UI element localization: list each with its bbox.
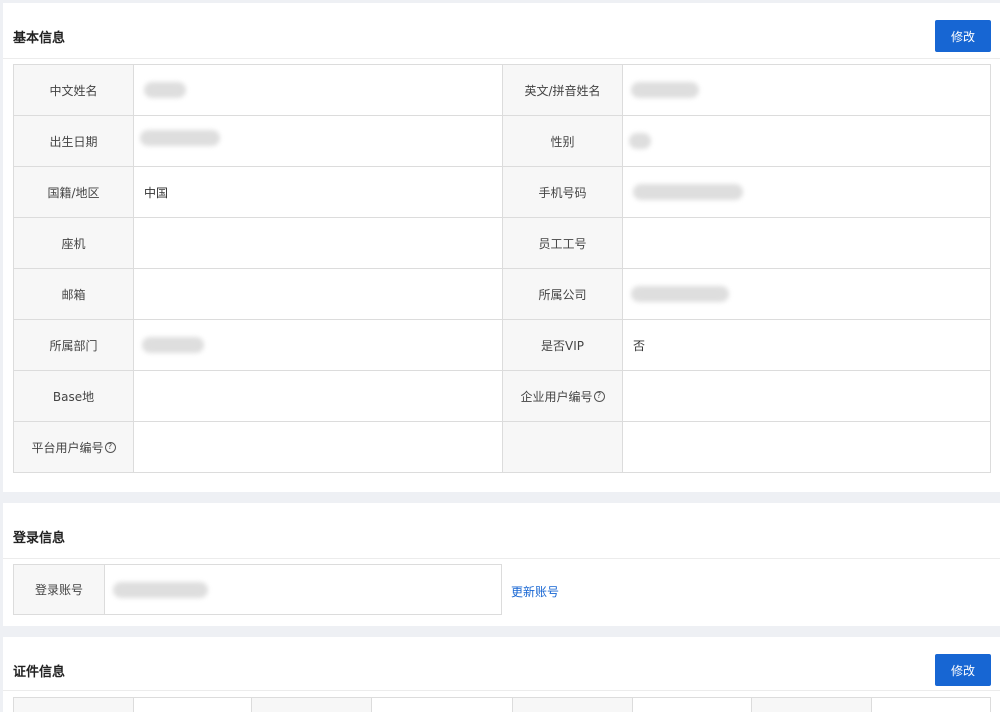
label-empty xyxy=(503,422,623,473)
label-gender: 性别 xyxy=(503,116,623,167)
value-platform-user-id xyxy=(134,422,503,473)
label-text: 企业用户编号 xyxy=(520,389,593,404)
value-nationality: 中国 xyxy=(134,167,503,218)
redacted-value xyxy=(144,82,186,98)
value-mobile xyxy=(623,167,991,218)
cert-col xyxy=(633,698,753,712)
label-landline: 座机 xyxy=(14,218,134,269)
login-info-title: 登录信息 xyxy=(13,531,66,546)
label-vip: 是否VIP xyxy=(503,320,623,371)
value-vip: 否 xyxy=(623,320,991,371)
label-employee-id: 员工工号 xyxy=(503,218,623,269)
certificate-info-title: 证件信息 xyxy=(13,665,66,680)
value-login-account xyxy=(105,565,501,614)
label-nationality: 国籍/地区 xyxy=(14,167,134,218)
cert-col xyxy=(872,698,991,712)
label-english-name: 英文/拼音姓名 xyxy=(503,65,623,116)
login-account-row: 登录账号 xyxy=(13,564,502,615)
help-icon[interactable]: ? xyxy=(593,390,605,402)
basic-info-header: 基本信息 修改 xyxy=(3,3,1000,59)
basic-info-title: 基本信息 xyxy=(13,31,66,46)
redacted-value xyxy=(633,184,743,200)
value-email xyxy=(134,269,503,320)
basic-info-edit-button[interactable]: 修改 xyxy=(935,20,991,52)
cert-col xyxy=(372,698,514,712)
label-login-account: 登录账号 xyxy=(14,565,105,614)
login-info-section: 登录信息 登录账号 更新账号 xyxy=(3,503,1000,626)
value-enterprise-user-id xyxy=(623,371,991,422)
label-birth-date: 出生日期 xyxy=(14,116,134,167)
login-info-header: 登录信息 xyxy=(3,503,1000,559)
basic-info-table: 中文姓名 英文/拼音姓名 出生日期 性别 国籍/地区 中国 手机号码 座机 员工… xyxy=(13,64,991,473)
redacted-value xyxy=(142,337,204,353)
label-email: 邮箱 xyxy=(14,269,134,320)
certificate-info-edit-button[interactable]: 修改 xyxy=(935,654,991,686)
redacted-value xyxy=(140,130,220,146)
certificate-table-header xyxy=(13,697,991,712)
value-employee-id xyxy=(623,218,991,269)
label-company: 所属公司 xyxy=(503,269,623,320)
label-base: Base地 xyxy=(14,371,134,422)
label-text: 平台用户编号 xyxy=(31,440,104,455)
redacted-value xyxy=(629,133,651,149)
label-department: 所属部门 xyxy=(14,320,134,371)
basic-info-section: 基本信息 修改 中文姓名 英文/拼音姓名 出生日期 性别 国籍/地区 中国 手机… xyxy=(3,3,1000,492)
value-department xyxy=(134,320,503,371)
cert-col xyxy=(513,698,634,712)
value-empty xyxy=(623,422,991,473)
label-platform-user-id: 平台用户编号? xyxy=(14,422,134,473)
value-base xyxy=(134,371,503,422)
cert-col xyxy=(251,698,372,712)
certificate-info-header: 证件信息 修改 xyxy=(3,637,1000,691)
label-chinese-name: 中文姓名 xyxy=(14,65,134,116)
value-birth-date xyxy=(134,116,503,167)
value-english-name xyxy=(623,65,991,116)
value-chinese-name xyxy=(134,65,503,116)
value-gender xyxy=(623,116,991,167)
update-account-link[interactable]: 更新账号 xyxy=(511,583,559,600)
label-mobile: 手机号码 xyxy=(503,167,623,218)
value-landline xyxy=(134,218,503,269)
label-enterprise-user-id: 企业用户编号? xyxy=(503,371,623,422)
cert-col xyxy=(752,698,873,712)
certificate-info-section: 证件信息 修改 xyxy=(3,637,1000,712)
cert-col xyxy=(14,698,134,712)
cert-col xyxy=(134,698,252,712)
redacted-value xyxy=(113,581,208,598)
redacted-value xyxy=(631,82,699,98)
redacted-value xyxy=(631,286,729,302)
help-icon[interactable]: ? xyxy=(104,441,116,453)
value-company xyxy=(623,269,991,320)
